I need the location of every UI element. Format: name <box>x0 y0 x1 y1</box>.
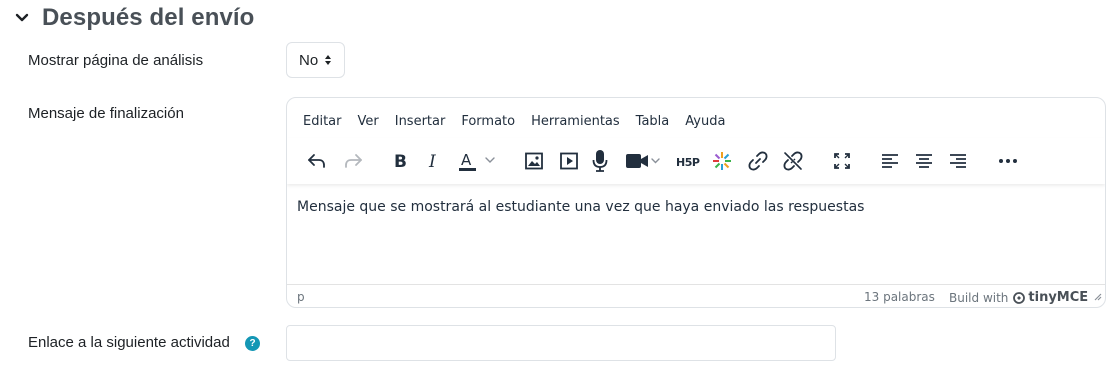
tinymce-logo-icon <box>1013 291 1026 304</box>
media-icon[interactable] <box>558 145 580 177</box>
menu-insertar[interactable]: Insertar <box>387 112 454 134</box>
align-center-icon[interactable] <box>913 145 935 177</box>
h5p-icon[interactable]: H5P <box>675 145 703 177</box>
analysis-select-value: No <box>299 51 319 69</box>
word-count[interactable]: 13 palabras <box>864 290 935 304</box>
tinymce-brand: tinyMCE <box>1028 290 1089 305</box>
next-activity-input[interactable] <box>286 325 836 361</box>
analysis-select[interactable]: No <box>286 42 345 78</box>
analysis-label: Mostrar página de análisis <box>28 52 204 69</box>
fullscreen-icon[interactable] <box>831 145 853 177</box>
bold-icon[interactable]: B <box>389 145 411 177</box>
rich-text-editor[interactable]: Editar Ver Insertar Formato Herramientas… <box>286 97 1106 308</box>
chevron-down-icon[interactable] <box>12 8 32 28</box>
sort-arrows-icon <box>324 54 332 66</box>
next-activity-label: Enlace a la siguiente actividad <box>28 334 230 351</box>
redo-icon[interactable] <box>341 145 365 177</box>
editor-content[interactable]: Mensaje que se mostrará al estudiante un… <box>297 199 864 215</box>
text-color-icon[interactable]: A <box>455 145 501 177</box>
element-path[interactable]: p <box>297 290 305 304</box>
italic-icon[interactable]: I <box>423 145 445 177</box>
unlink-icon[interactable] <box>781 145 805 177</box>
menu-tabla[interactable]: Tabla <box>628 112 678 134</box>
more-icon[interactable] <box>995 145 1021 177</box>
align-right-icon[interactable] <box>947 145 969 177</box>
tinymce-branding[interactable]: Build with tinyMCE <box>949 290 1088 305</box>
help-icon[interactable]: ? <box>245 336 260 351</box>
record-video-icon[interactable] <box>623 145 663 177</box>
completion-label: Mensaje de finalización <box>28 105 184 122</box>
menu-ver[interactable]: Ver <box>350 112 387 134</box>
build-with-text: Build with <box>949 290 1009 305</box>
link-icon[interactable] <box>747 145 769 177</box>
menu-ayuda[interactable]: Ayuda <box>677 112 733 134</box>
undo-icon[interactable] <box>305 145 329 177</box>
svg-text:A: A <box>461 151 472 169</box>
special-chars-icon[interactable] <box>711 145 733 177</box>
resize-handle-icon[interactable] <box>1092 290 1102 304</box>
editor-statusbar: p 13 palabras Build with tinyMCE <box>287 284 1105 307</box>
svg-text:H5P: H5P <box>676 156 700 169</box>
menu-editar[interactable]: Editar <box>295 112 350 134</box>
align-left-icon[interactable] <box>879 145 901 177</box>
section-title: Después del envío <box>42 4 255 31</box>
menu-herramientas[interactable]: Herramientas <box>523 112 628 134</box>
svg-text:I: I <box>428 153 436 169</box>
record-audio-icon[interactable] <box>589 145 611 177</box>
menu-formato[interactable]: Formato <box>453 112 523 134</box>
editor-menubar: Editar Ver Insertar Formato Herramientas… <box>295 112 733 134</box>
svg-text:B: B <box>394 153 407 169</box>
section-header[interactable]: Después del envío <box>12 2 254 34</box>
image-icon[interactable] <box>523 145 545 177</box>
editor-toolbar: B I A H5P <box>287 138 1105 184</box>
